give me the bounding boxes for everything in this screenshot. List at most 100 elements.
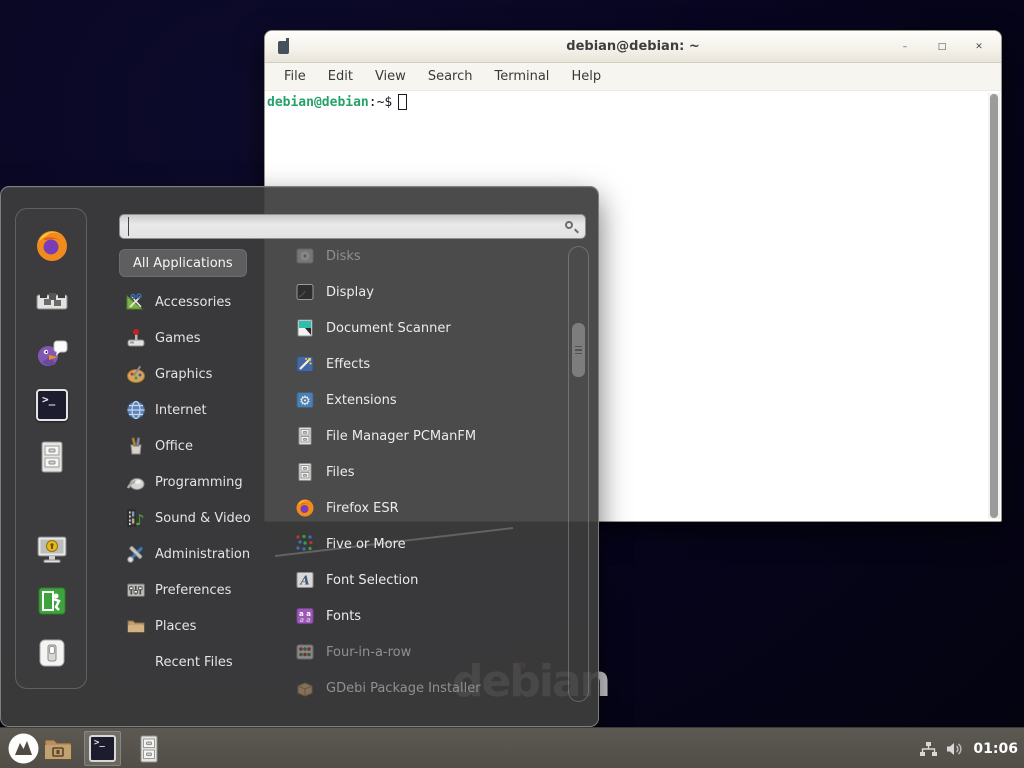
shut-down-button[interactable] bbox=[33, 634, 71, 672]
menu-help[interactable]: Help bbox=[560, 66, 612, 87]
terminal-menubar: File Edit View Search Terminal Help bbox=[265, 63, 1001, 91]
app-file-manager-pcmanfm[interactable]: File Manager PCManFM bbox=[266, 418, 566, 454]
app-document-scanner[interactable]: Document Scanner bbox=[266, 310, 566, 346]
favorite-terminal[interactable]: >_ bbox=[33, 386, 71, 424]
log-out-button[interactable] bbox=[33, 582, 71, 620]
category-label: Office bbox=[155, 439, 193, 454]
menu-file[interactable]: File bbox=[273, 66, 317, 87]
sound-video-icon: ♪ bbox=[125, 507, 147, 529]
terminal-app-icon bbox=[278, 41, 289, 54]
category-administration[interactable]: Administration bbox=[119, 536, 269, 572]
extensions-icon: ⚙ bbox=[295, 390, 315, 410]
terminal-titlebar[interactable]: debian@debian: ~ – □ ✕ bbox=[265, 31, 1001, 63]
app-fonts[interactable]: a a a a Fonts bbox=[266, 598, 566, 634]
prompt-path: :~$ bbox=[369, 95, 392, 110]
category-sound-video[interactable]: ♪ Sound & Video bbox=[119, 500, 269, 536]
taskbar-terminal-active[interactable]: >_ bbox=[84, 731, 121, 766]
menu-search-box[interactable] bbox=[119, 214, 586, 239]
document-scanner-icon bbox=[295, 318, 315, 338]
app-four-in-a-row[interactable]: Four-in-a-row bbox=[266, 634, 566, 670]
administration-icon bbox=[125, 543, 147, 565]
application-menu: >_ bbox=[0, 186, 599, 727]
network-icon[interactable] bbox=[920, 741, 937, 757]
app-effects[interactable]: Effects bbox=[266, 346, 566, 382]
category-label: Games bbox=[155, 331, 200, 346]
favorite-control-center[interactable] bbox=[33, 281, 71, 319]
app-files[interactable]: Files bbox=[266, 454, 566, 490]
favorite-pidgin[interactable] bbox=[33, 334, 71, 372]
five-or-more-icon bbox=[295, 534, 315, 554]
category-games[interactable]: Games bbox=[119, 320, 269, 356]
category-label: Internet bbox=[155, 403, 207, 418]
accessories-icon bbox=[125, 291, 147, 313]
window-title: debian@debian: ~ bbox=[566, 39, 699, 54]
category-accessories[interactable]: Accessories bbox=[119, 284, 269, 320]
file-cabinet-icon bbox=[137, 735, 161, 763]
menu-search[interactable]: Search bbox=[417, 66, 484, 87]
category-places[interactable]: Places bbox=[119, 608, 269, 644]
app-extensions[interactable]: ⚙ Extensions bbox=[266, 382, 566, 418]
taskbar-file-manager[interactable] bbox=[44, 737, 72, 765]
app-label: Disks bbox=[326, 249, 361, 264]
app-font-selection[interactable]: A Font Selection bbox=[266, 562, 566, 598]
favorite-firefox[interactable] bbox=[33, 227, 71, 265]
category-label: Administration bbox=[155, 547, 250, 562]
category-internet[interactable]: Internet bbox=[119, 392, 269, 428]
app-five-or-more[interactable]: Five or More bbox=[266, 526, 566, 562]
menu-scrollbar[interactable] bbox=[568, 246, 589, 702]
terminal-icon: >_ bbox=[89, 735, 116, 762]
category-programming[interactable]: Programming bbox=[119, 464, 269, 500]
category-preferences[interactable]: Preferences bbox=[119, 572, 269, 608]
app-disks[interactable]: Disks bbox=[266, 238, 566, 274]
app-label: Document Scanner bbox=[326, 321, 451, 336]
category-graphics[interactable]: Graphics bbox=[119, 356, 269, 392]
category-label: Graphics bbox=[155, 367, 212, 382]
category-all-applications[interactable]: All Applications bbox=[119, 249, 247, 277]
menu-terminal[interactable]: Terminal bbox=[483, 66, 560, 87]
category-label: Accessories bbox=[155, 295, 231, 310]
close-button[interactable]: ✕ bbox=[971, 39, 987, 55]
prompt-user-host: debian@debian bbox=[267, 95, 369, 110]
terminal-scrollbar-thumb[interactable] bbox=[990, 94, 998, 518]
menu-edit[interactable]: Edit bbox=[317, 66, 364, 87]
app-label: Display bbox=[326, 285, 374, 300]
app-label: File Manager PCManFM bbox=[326, 429, 476, 444]
lock-screen-icon bbox=[34, 531, 70, 567]
file-cabinet-icon bbox=[295, 462, 315, 482]
app-display[interactable]: Display bbox=[266, 274, 566, 310]
category-label: Sound & Video bbox=[155, 511, 251, 526]
favorite-file-manager[interactable] bbox=[33, 438, 71, 476]
taskbar-clock[interactable]: 01:06 bbox=[973, 741, 1018, 757]
app-label: Extensions bbox=[326, 393, 397, 408]
volume-icon[interactable] bbox=[946, 741, 964, 757]
font-selection-icon: A bbox=[295, 570, 315, 590]
app-label: GDebi Package Installer bbox=[326, 681, 481, 696]
gdebi-icon bbox=[295, 678, 315, 698]
menu-launcher-icon bbox=[8, 733, 39, 764]
taskbar-file-cabinet[interactable] bbox=[137, 735, 161, 767]
lock-screen-button[interactable] bbox=[33, 530, 71, 568]
maximize-button[interactable]: □ bbox=[934, 39, 950, 55]
programming-icon bbox=[125, 471, 147, 493]
category-office[interactable]: Office bbox=[119, 428, 269, 464]
file-cabinet-icon bbox=[295, 426, 315, 446]
category-recent-files[interactable]: Recent Files bbox=[119, 644, 269, 680]
search-input[interactable] bbox=[128, 217, 548, 236]
app-label: Files bbox=[326, 465, 355, 480]
taskbar-menu-button[interactable] bbox=[8, 733, 39, 764]
category-list: All Applications Accessories Games bbox=[119, 249, 269, 680]
app-firefox-esr[interactable]: Firefox ESR bbox=[266, 490, 566, 526]
taskbar: >_ 01:06 bbox=[0, 727, 1024, 768]
pidgin-icon bbox=[34, 335, 70, 371]
menu-scrollbar-thumb[interactable] bbox=[572, 323, 585, 377]
firefox-icon bbox=[295, 498, 315, 518]
terminal-cursor bbox=[398, 94, 407, 110]
terminal-icon: >_ bbox=[36, 389, 68, 421]
svg-text:⚙: ⚙ bbox=[299, 394, 311, 409]
menu-view[interactable]: View bbox=[364, 66, 417, 87]
minimize-button[interactable]: – bbox=[897, 39, 913, 55]
app-gdebi-package-installer[interactable]: GDebi Package Installer bbox=[266, 670, 566, 706]
terminal-scrollbar[interactable] bbox=[988, 93, 1000, 519]
fonts-icon: a a a a bbox=[295, 606, 315, 626]
prompt-line: debian@debian :~$ bbox=[267, 94, 999, 110]
